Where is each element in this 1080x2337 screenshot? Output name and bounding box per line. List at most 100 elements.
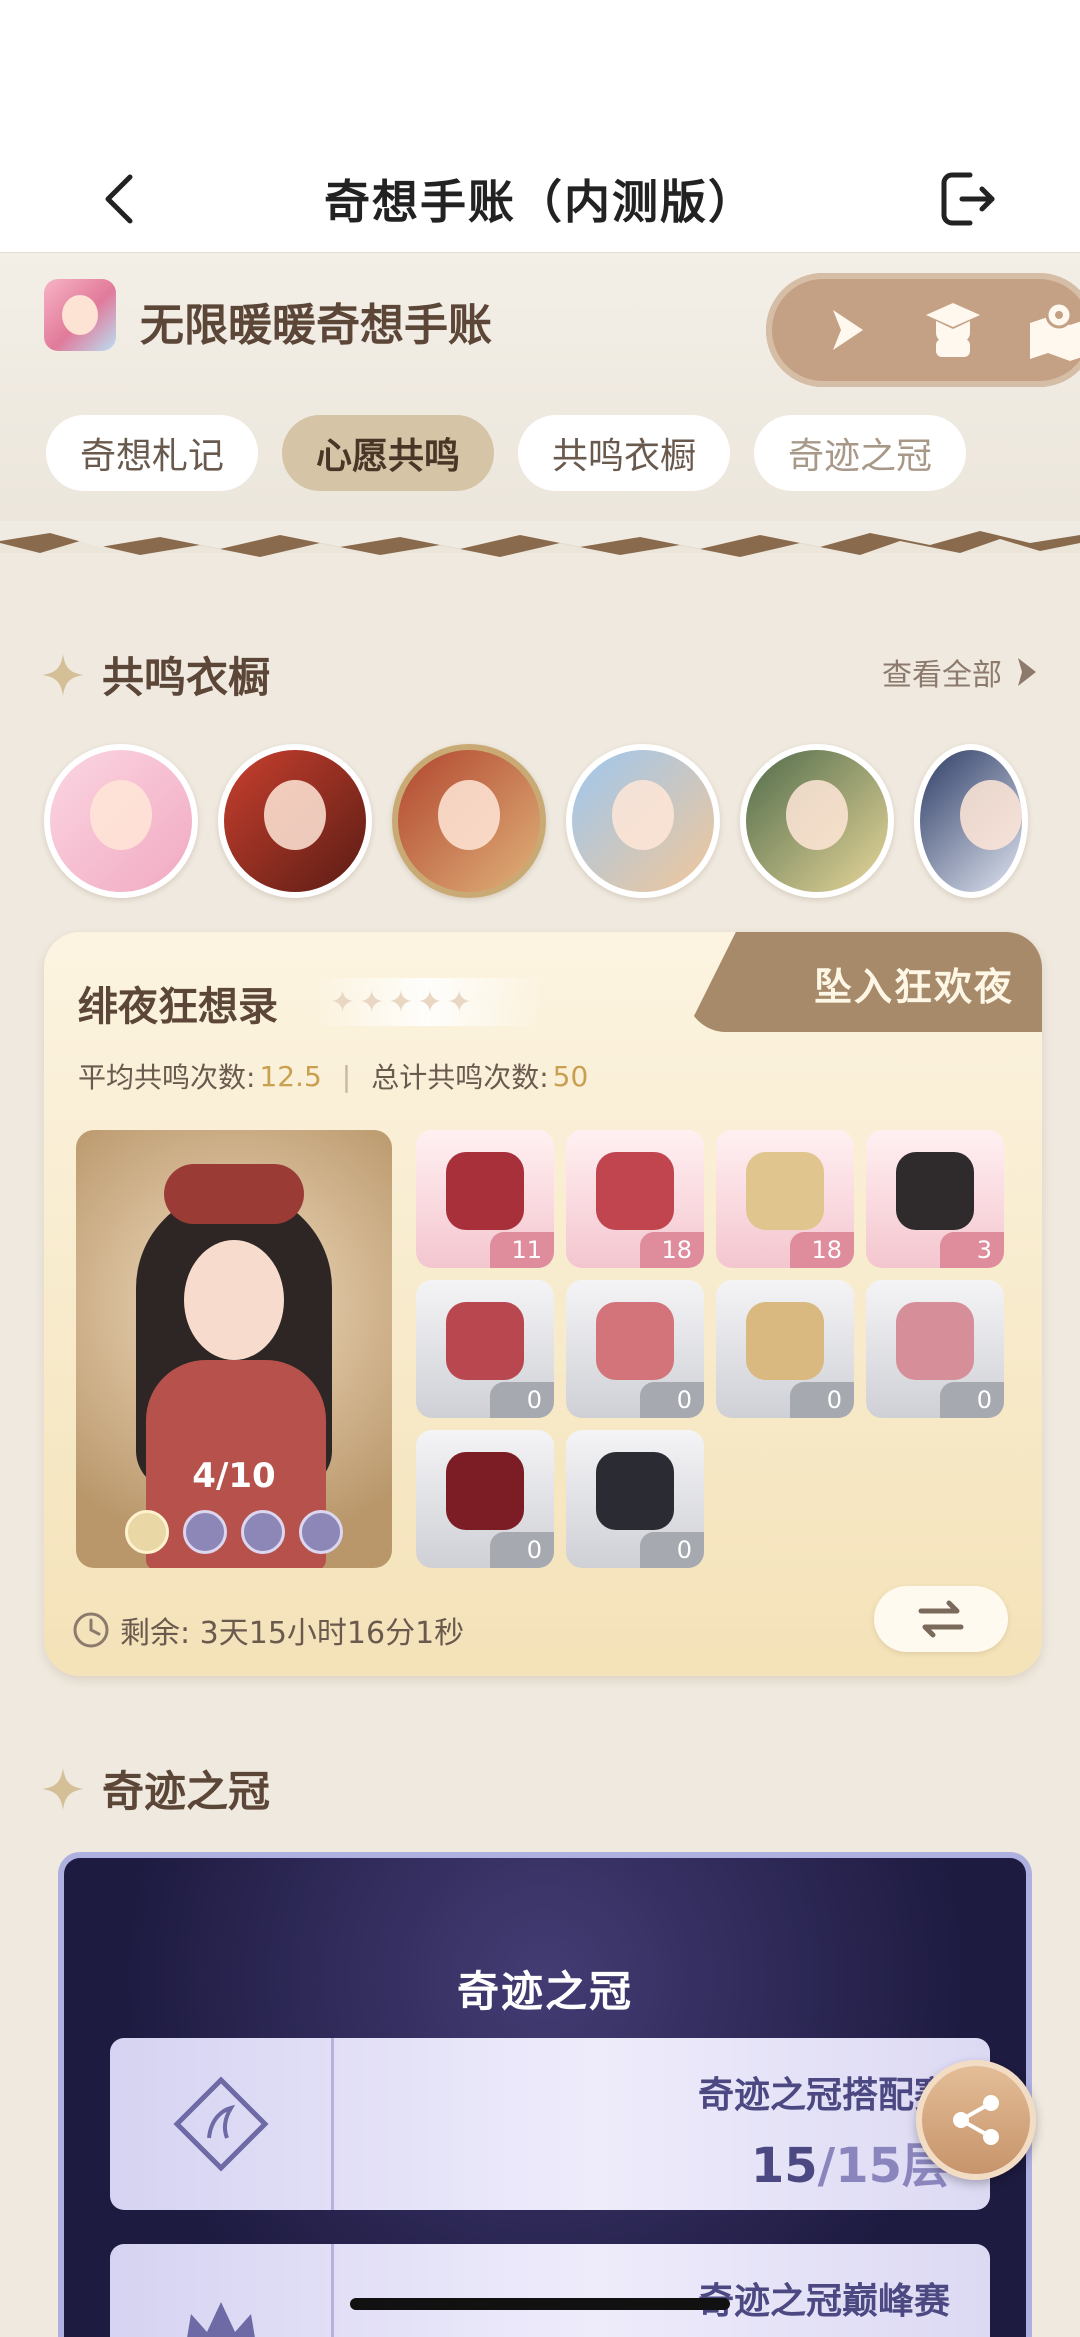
diamond-emblem-icon <box>172 2076 269 2172</box>
outfit-avatar[interactable] <box>566 744 720 898</box>
sparkle-icon <box>42 1767 84 1810</box>
star-icon: ✦ <box>388 984 414 1020</box>
star-icon: ✦ <box>330 984 356 1020</box>
tool-pill <box>766 273 1080 387</box>
outfit-item[interactable]: 3 <box>866 1130 1004 1268</box>
item-count: 0 <box>640 1532 704 1568</box>
item-thumbnail <box>896 1302 974 1380</box>
item-count: 0 <box>640 1382 704 1418</box>
outfit-item[interactable]: 0 <box>566 1280 704 1418</box>
hero-face <box>184 1240 284 1360</box>
home-indicator <box>350 2298 730 2310</box>
page-title: 奇想手账（内测版） <box>324 174 756 229</box>
outfit-item[interactable]: 11 <box>416 1130 554 1268</box>
outfit-item[interactable]: 0 <box>716 1280 854 1418</box>
stage-dot <box>125 1510 169 1554</box>
tab-wardrobe[interactable]: 共鸣衣橱 <box>518 415 731 491</box>
total-label: 总计共鸣次数: <box>371 1061 549 1094</box>
map-icon[interactable] <box>1026 297 1080 363</box>
journal-header: 无限暖暖奇想手账 奇想札记 心愿共鸣 共鸣衣橱 奇迹之冠 <box>0 253 1080 557</box>
share-icon <box>953 2095 999 2145</box>
section-title: 共鸣衣橱 <box>102 653 271 702</box>
hero-bow <box>164 1164 304 1224</box>
outfit-item[interactable]: 0 <box>566 1430 704 1568</box>
progress-count: 4/10 <box>192 1456 276 1496</box>
remaining-text: 剩余: 3天15小时16分1秒 <box>120 1616 465 1651</box>
view-all-link[interactable]: 查看全部 <box>882 650 1040 694</box>
total-value: 50 <box>552 1059 589 1093</box>
item-thumbnail <box>746 1302 824 1380</box>
tab-miracle-crown[interactable]: 奇迹之冠 <box>754 415 967 491</box>
item-thumbnail <box>896 1152 974 1230</box>
crown-peak-row[interactable]: 奇迹之冠巅峰赛 <box>110 2244 990 2337</box>
crown-card[interactable]: 奇迹之冠 奇迹之冠搭配赛 15/15层 奇迹之冠巅峰赛 <box>58 1852 1032 2337</box>
outfit-item[interactable]: 0 <box>416 1280 554 1418</box>
enter-event-label[interactable]: 坠入狂欢夜 <box>814 956 1014 1011</box>
clock-icon <box>73 1612 109 1648</box>
item-count: 18 <box>640 1232 704 1268</box>
outfit-avatar-list <box>44 744 1028 898</box>
outfit-item[interactable]: 0 <box>866 1280 1004 1418</box>
exit-icon[interactable] <box>936 167 1000 231</box>
share-button[interactable] <box>916 2060 1036 2180</box>
item-grid: 11 18 18 3 0 0 0 0 0 0 <box>416 1130 1004 1568</box>
outfit-avatar[interactable] <box>740 744 894 898</box>
tab-bar: 奇想札记 心愿共鸣 共鸣衣橱 奇迹之冠 <box>46 415 967 491</box>
back-icon[interactable] <box>92 169 152 229</box>
stage-dot <box>183 1510 227 1554</box>
tab-wish-resonance[interactable]: 心愿共鸣 <box>282 415 495 491</box>
stage-indicators <box>76 1510 392 1554</box>
row-icon-cell <box>110 2038 334 2210</box>
outfit-avatar[interactable] <box>914 744 1028 898</box>
score-value: 15 <box>750 2138 818 2194</box>
row-name: 奇迹之冠搭配赛 <box>697 2075 950 2116</box>
torn-paper-edge <box>0 521 1080 557</box>
outfit-avatar-selected[interactable] <box>392 744 546 898</box>
star-icon: ✦ <box>446 984 472 1020</box>
divider: | <box>341 1059 352 1093</box>
item-thumbnail <box>446 1152 524 1230</box>
item-count: 0 <box>790 1382 854 1418</box>
outfit-item[interactable]: 18 <box>566 1130 704 1268</box>
outfit-item[interactable]: 18 <box>716 1130 854 1268</box>
item-count: 0 <box>490 1382 554 1418</box>
crown-section-header: 奇迹之冠 <box>40 1758 270 1819</box>
item-thumbnail <box>446 1452 524 1530</box>
item-thumbnail <box>746 1152 824 1230</box>
star-rating: ✦ ✦ ✦ ✦ ✦ <box>314 978 544 1026</box>
item-thumbnail <box>446 1302 524 1380</box>
crown-match-row[interactable]: 奇迹之冠搭配赛 15/15层 <box>110 2038 990 2210</box>
tab-notes[interactable]: 奇想札记 <box>46 415 259 491</box>
outfit-card: 坠入狂欢夜 绯夜狂想录 ✦ ✦ ✦ ✦ ✦ 平均共鸣次数: 12.5 | 总计共… <box>44 932 1042 1676</box>
chevron-right-icon <box>1018 658 1036 686</box>
item-thumbnail <box>596 1302 674 1380</box>
switch-button[interactable] <box>874 1586 1008 1652</box>
outfit-avatar[interactable] <box>44 744 198 898</box>
nav-bar: 奇想手账（内测版） <box>0 145 1080 253</box>
crown-card-title: 奇迹之冠 <box>456 1967 633 2016</box>
sparkle-icon <box>42 653 84 696</box>
outfit-avatar[interactable] <box>218 744 372 898</box>
outfit-preview[interactable]: 4/10 <box>76 1130 392 1568</box>
item-count: 0 <box>940 1382 1004 1418</box>
row-icon-cell <box>110 2244 334 2337</box>
crown-icon <box>186 2302 255 2337</box>
wardrobe-section-header: 共鸣衣橱 <box>40 644 270 705</box>
avg-value: 12.5 <box>259 1059 322 1093</box>
view-all-label: 查看全部 <box>882 658 1002 693</box>
item-thumbnail <box>596 1152 674 1230</box>
item-count: 3 <box>940 1232 1004 1268</box>
app-name: 无限暖暖奇想手账 <box>140 300 492 351</box>
guide-icon[interactable] <box>920 297 986 363</box>
outfit-item[interactable]: 0 <box>416 1430 554 1568</box>
play-icon[interactable] <box>814 297 880 363</box>
swap-icon <box>918 1600 964 1638</box>
avg-label: 平均共鸣次数: <box>78 1061 256 1094</box>
star-icon: ✦ <box>359 984 385 1020</box>
row-name: 奇迹之冠巅峰赛 <box>697 2281 950 2322</box>
time-remaining: 剩余: 3天15小时16分1秒 <box>72 1608 464 1652</box>
stage-dot <box>241 1510 285 1554</box>
item-count: 11 <box>490 1232 554 1268</box>
app-icon <box>44 279 116 351</box>
stage-dot <box>299 1510 343 1554</box>
